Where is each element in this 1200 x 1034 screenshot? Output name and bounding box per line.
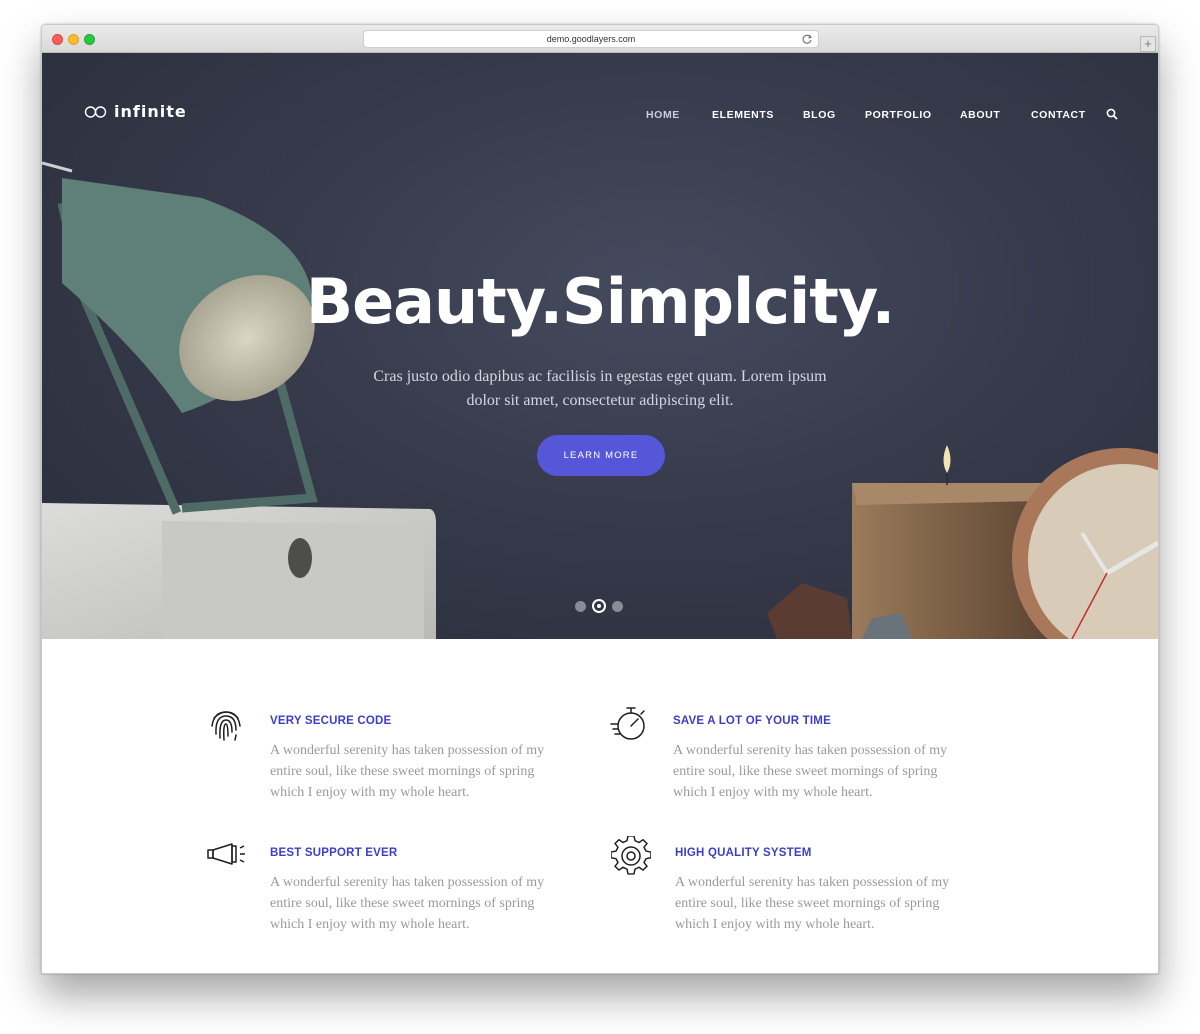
nav-item-elements[interactable]: ELEMENTS [712,109,774,121]
fingerprint-icon [211,711,241,741]
browser-window: demo.goodlayers.com + infinite HOME ELEM… [41,24,1159,974]
nav-item-portfolio[interactable]: PORTFOLIO [865,109,932,121]
slider-pagination [575,599,623,613]
feature-text: A wonderful serenity has taken possessio… [270,743,545,800]
reload-icon[interactable] [801,33,813,45]
stopwatch-icon [610,707,645,740]
hero-title: Beauty.Simplcity. [305,265,895,338]
gear-icon [611,836,651,875]
slider-dot-active[interactable] [592,599,606,613]
address-bar-url: demo.goodlayers.com [546,34,636,44]
new-tab-button[interactable]: + [1140,36,1156,52]
address-bar[interactable]: demo.goodlayers.com [363,30,819,48]
nav-item-blog[interactable]: BLOG [803,109,836,121]
feature-title: BEST SUPPORT EVER [270,847,398,859]
hero-slider: infinite HOME ELEMENTS BLOG PORTFOLIO AB… [42,53,1158,639]
feature-text: A wonderful serenity has taken possessio… [270,875,545,932]
hero-text: Cras justo odio dapibus ac facilisis in … [373,368,827,409]
nav-item-about[interactable]: ABOUT [960,109,1000,121]
minimize-window-button[interactable] [68,34,79,45]
slider-dot[interactable] [575,600,586,612]
feature-text: A wonderful serenity has taken possessio… [675,875,950,932]
search-icon[interactable] [1106,108,1118,120]
feature-title: VERY SECURE CODE [270,715,392,727]
main-nav: HOME ELEMENTS BLOG PORTFOLIO ABOUT CONTA… [42,109,1158,125]
feature-title: SAVE A LOT OF YOUR TIME [673,715,831,727]
hero-background-scene [42,161,1158,639]
learn-more-button[interactable]: LEARN MORE [537,435,665,476]
nav-item-contact[interactable]: CONTACT [1031,109,1086,121]
feature-text: A wonderful serenity has taken possessio… [673,743,948,800]
close-window-button[interactable] [52,34,63,45]
feature-title: HIGH QUALITY SYSTEM [675,847,812,859]
maximize-window-button[interactable] [84,34,95,45]
megaphone-icon [207,843,245,865]
nav-item-home[interactable]: HOME [646,109,680,121]
slider-dot[interactable] [612,600,623,612]
browser-titlebar: demo.goodlayers.com + [42,25,1158,53]
